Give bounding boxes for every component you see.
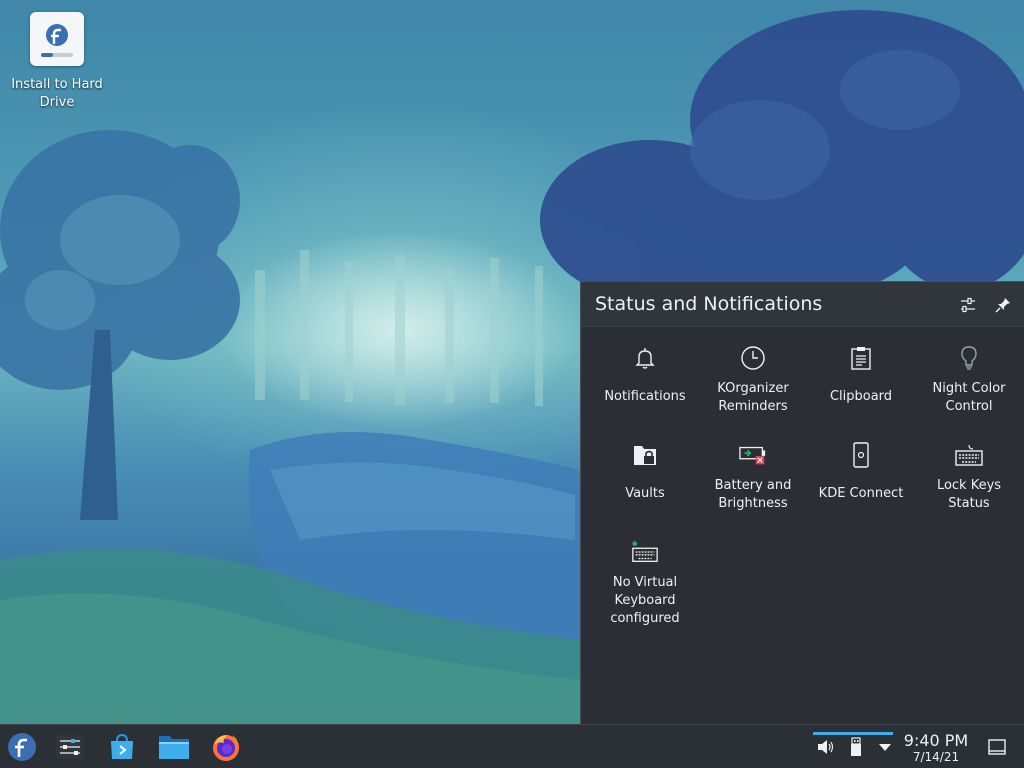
status-item-label: No Virtual Keyboard configured [610, 575, 680, 626]
status-item-label: KOrganizer Reminders [717, 381, 789, 414]
firefox-icon[interactable] [208, 729, 244, 765]
show-desktop-icon[interactable] [982, 729, 1012, 765]
digital-clock[interactable]: 9:40 PM 7/14/21 [896, 731, 976, 765]
status-items-grid: Notifications KOrganizer Reminders Clipb… [591, 340, 1023, 631]
status-item-label: Night Color Control [932, 381, 1006, 414]
folder-lock-icon [631, 441, 659, 469]
clock-icon [739, 344, 767, 372]
status-item-label: Battery and Brightness [714, 478, 792, 511]
phone-icon [847, 441, 875, 469]
status-notifications-popup: Status and Notifications Notifications K… [580, 281, 1024, 724]
bell-icon [631, 344, 659, 372]
status-item-label: Notifications [604, 389, 686, 404]
battery-icon [739, 441, 767, 469]
discover-icon[interactable] [104, 729, 140, 765]
status-item-battery[interactable]: Battery and Brightness [699, 437, 807, 534]
expand-tray-icon[interactable] [872, 729, 898, 765]
taskbar: 9:40 PM 7/14/21 [0, 724, 1024, 768]
status-item-label: Clipboard [829, 389, 893, 404]
popup-header: Status and Notifications [581, 282, 1024, 327]
fedora-install-icon [30, 12, 84, 66]
keyboard-icon [955, 441, 983, 469]
clock-time: 9:40 PM [903, 731, 969, 750]
lightbulb-icon [955, 344, 983, 372]
status-item-label: Vaults [625, 486, 665, 501]
clipboard-icon [847, 344, 875, 372]
popup-title: Status and Notifications [595, 293, 823, 315]
desktop-icon-install[interactable]: Install to Hard Drive [8, 12, 106, 112]
virtual-keyboard-icon [631, 538, 659, 566]
status-item-clipboard[interactable]: Clipboard [807, 340, 915, 437]
status-item-label: Lock Keys Status [936, 478, 1002, 511]
pin-icon[interactable] [991, 293, 1015, 317]
clock-date: 7/14/21 [912, 750, 960, 764]
status-item-label: KDE Connect [818, 486, 904, 501]
status-item-lock-keys[interactable]: Lock Keys Status [915, 437, 1023, 534]
status-item-night-color[interactable]: Night Color Control [915, 340, 1023, 437]
usb-device-icon[interactable] [842, 729, 870, 765]
desktop-icon-label: Install to Hard Drive [11, 77, 103, 110]
status-item-vaults[interactable]: Vaults [591, 437, 699, 534]
status-item-notifications[interactable]: Notifications [591, 340, 699, 437]
fedora-menu-icon[interactable] [4, 729, 40, 765]
volume-icon[interactable] [812, 729, 840, 765]
status-item-virtual-keyboard[interactable]: No Virtual Keyboard configured [591, 534, 699, 631]
configure-icon[interactable] [956, 293, 980, 317]
file-manager-icon[interactable] [156, 729, 192, 765]
status-item-kde-connect[interactable]: KDE Connect [807, 437, 915, 534]
status-item-korganizer[interactable]: KOrganizer Reminders [699, 340, 807, 437]
system-settings-icon[interactable] [52, 729, 88, 765]
